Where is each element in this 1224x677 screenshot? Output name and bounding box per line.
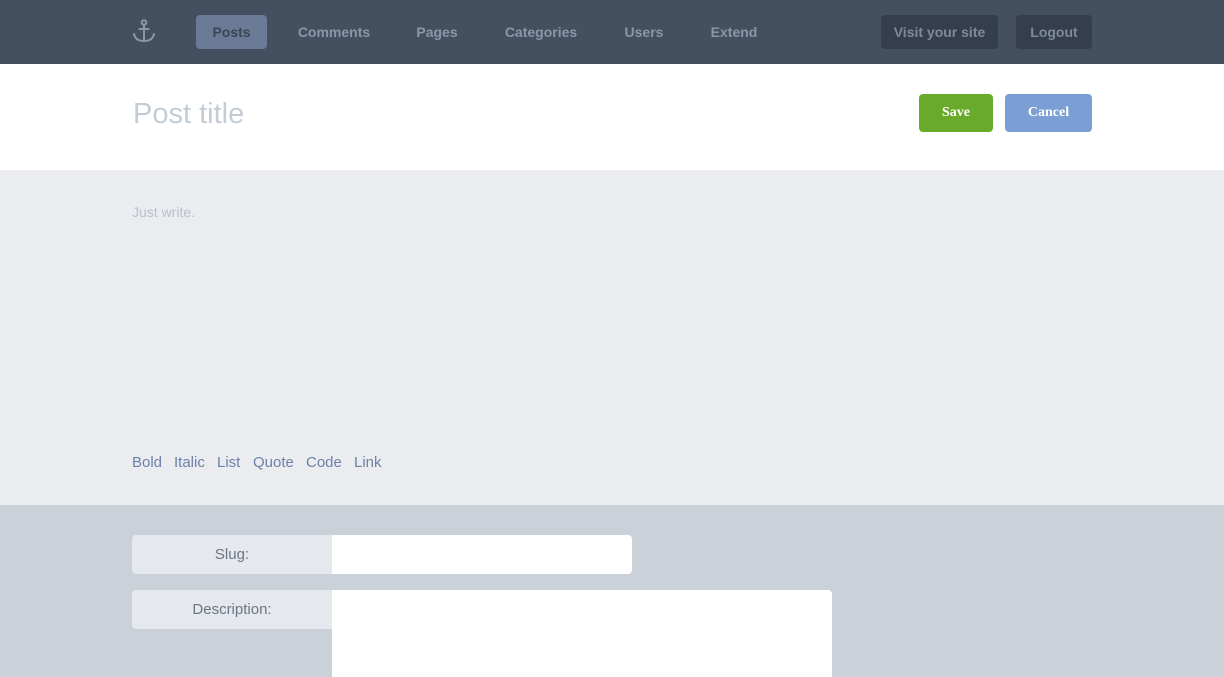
nav-pages[interactable]: Pages (407, 15, 467, 49)
slug-label: Slug: (132, 535, 332, 574)
format-quote-button[interactable]: Quote (253, 454, 294, 471)
format-bold-button[interactable]: Bold (132, 454, 162, 471)
nav-users[interactable]: Users (616, 15, 672, 49)
anchor-icon[interactable] (131, 18, 157, 44)
save-button[interactable]: Save (919, 94, 993, 132)
format-list-button[interactable]: List (217, 454, 240, 471)
top-nav-bar: Posts Comments Pages Categories Users Ex… (0, 0, 1224, 64)
description-input[interactable] (332, 590, 832, 677)
visit-site-button[interactable]: Visit your site (881, 15, 998, 49)
format-code-button[interactable]: Code (306, 454, 342, 471)
nav-categories[interactable]: Categories (497, 15, 585, 49)
description-label: Description: (132, 590, 332, 629)
post-title-input[interactable] (133, 94, 833, 134)
format-link-button[interactable]: Link (354, 454, 382, 471)
nav-extend[interactable]: Extend (702, 15, 766, 49)
logout-button[interactable]: Logout (1016, 15, 1092, 49)
cancel-button[interactable]: Cancel (1005, 94, 1092, 132)
title-section: Save Cancel (0, 64, 1224, 170)
nav-comments[interactable]: Comments (289, 15, 379, 49)
post-body-editor[interactable] (132, 204, 1092, 424)
nav-posts[interactable]: Posts (196, 15, 267, 49)
format-italic-button[interactable]: Italic (174, 454, 205, 471)
editor-section: Bold Italic List Quote Code Link (0, 170, 1224, 505)
slug-input[interactable] (332, 535, 632, 574)
